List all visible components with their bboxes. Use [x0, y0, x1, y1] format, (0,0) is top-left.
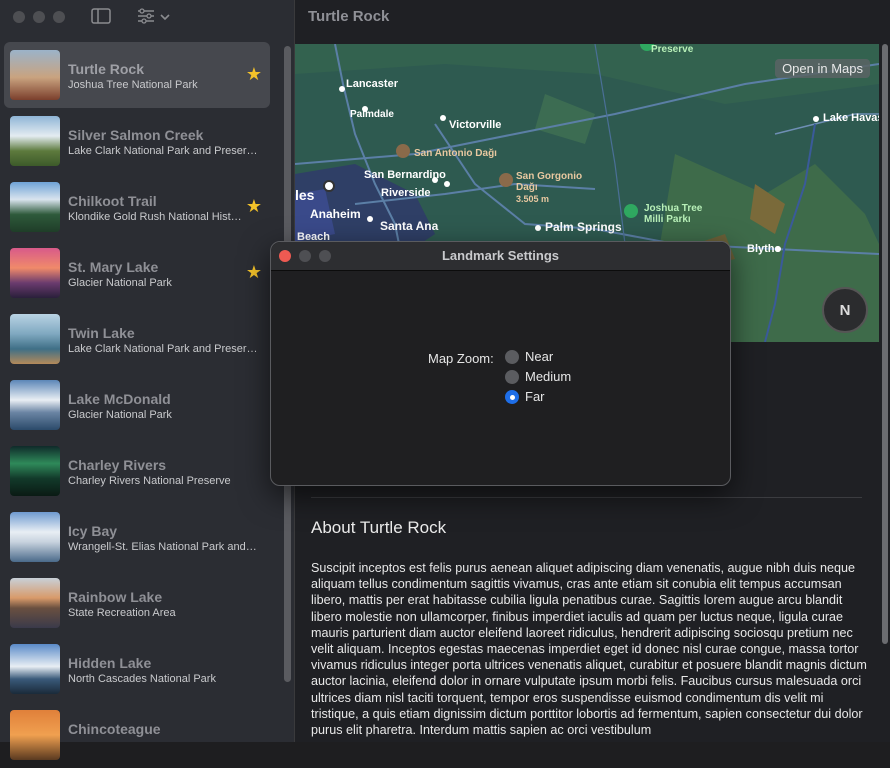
- list-item[interactable]: Turtle Rock Joshua Tree National Park ★: [4, 42, 270, 108]
- landmark-thumbnail: [10, 512, 60, 562]
- landmark-title: St. Mary Lake: [68, 259, 159, 275]
- map-label: San Gorgonio: [516, 171, 582, 182]
- landmark-thumbnail: [10, 116, 60, 166]
- map-zoom-label: Map Zoom:: [428, 351, 494, 366]
- list-item[interactable]: Silver Salmon Creek Lake Clark National …: [4, 108, 270, 174]
- radio-button[interactable]: [505, 350, 519, 364]
- about-heading: About Turtle Rock: [311, 518, 447, 537]
- landmark-title: Hidden Lake: [68, 655, 152, 671]
- about-description: Suscipit inceptos est felis purus aenean…: [311, 561, 867, 738]
- window-title: Turtle Rock: [308, 8, 390, 25]
- map-label: San Antonio Dağı: [414, 148, 497, 159]
- landmark-title: Silver Salmon Creek: [68, 127, 204, 143]
- map-label: Lake Havas: [823, 112, 879, 124]
- landmark-thumbnail: [10, 380, 60, 430]
- landmark-thumbnail: [10, 710, 60, 760]
- radio-button[interactable]: [505, 390, 519, 404]
- dialog-title: Landmark Settings: [441, 248, 560, 263]
- landmark-subtitle: Glacier National Park: [68, 409, 172, 421]
- divider: [311, 497, 862, 498]
- list-item[interactable]: Hidden Lake North Cascades National Park: [4, 636, 270, 702]
- list-item[interactable]: Chincoteague: [4, 702, 270, 768]
- landmark-subtitle: Lake Clark National Park and Preserve: [68, 145, 258, 157]
- detail-scrollbar[interactable]: [882, 44, 888, 644]
- landmark-subtitle: Charley Rivers National Preserve: [68, 475, 231, 487]
- map-label: San Bernardino: [364, 169, 446, 181]
- favorite-star-icon: ★: [245, 262, 262, 282]
- list-item[interactable]: St. Mary Lake Glacier National Park ★: [4, 240, 270, 306]
- list-item[interactable]: Icy Bay Wrangell-St. Elias National Park…: [4, 504, 270, 570]
- close-window-button[interactable]: [13, 11, 25, 23]
- favorite-star-icon: ★: [245, 196, 262, 216]
- map-label: Palm Springs: [545, 220, 622, 234]
- map-label: Palmdale: [350, 109, 394, 120]
- landmark-thumbnail: [10, 248, 60, 298]
- list-item[interactable]: Twin Lake Lake Clark National Park and P…: [4, 306, 270, 372]
- open-in-maps-button[interactable]: Open in Maps: [775, 59, 870, 78]
- map-label: Lancaster: [346, 78, 399, 90]
- landmark-settings-dialog: Landmark Settings Map Zoom: Near Medium …: [270, 241, 731, 486]
- map-label: Milli Parkı: [644, 214, 691, 225]
- minimize-window-button[interactable]: [33, 11, 45, 23]
- landmark-thumbnail: [10, 644, 60, 694]
- landmark-thumbnail: [10, 314, 60, 364]
- landmark-thumbnail: [10, 182, 60, 232]
- landmark-title: Twin Lake: [68, 325, 135, 341]
- map-label: Santa Ana: [380, 219, 439, 233]
- landmark-subtitle: Lake Clark National Park and Preserve: [68, 343, 258, 355]
- landmark-title: Charley Rivers: [68, 457, 167, 473]
- landmark-title: Icy Bay: [68, 523, 118, 539]
- compass-icon[interactable]: N: [822, 287, 868, 333]
- sidebar: Turtle Rock Joshua Tree National Park ★ …: [0, 0, 295, 760]
- map-label: Victorville: [449, 119, 501, 131]
- landmark-title: Chincoteague: [68, 721, 161, 737]
- map-label: Anaheim: [310, 207, 361, 221]
- radio-label: Near: [525, 349, 554, 364]
- map-label: les: [295, 187, 315, 203]
- zoom-window-button[interactable]: [53, 11, 65, 23]
- map-label: 3.505 m: [516, 194, 549, 204]
- map-label: Dağı: [516, 182, 538, 193]
- map-label: Joshua Tree: [644, 203, 703, 214]
- list-item[interactable]: Rainbow Lake State Recreation Area: [4, 570, 270, 636]
- filter-icon[interactable]: [136, 8, 156, 28]
- compass-label: N: [839, 301, 851, 319]
- landmark-list: Turtle Rock Joshua Tree National Park ★ …: [4, 42, 270, 768]
- map-label: Preserve: [651, 44, 694, 55]
- favorite-star-icon: ★: [245, 64, 262, 84]
- landmark-subtitle: Wrangell-St. Elias National Park and…: [68, 541, 257, 553]
- sidebar-toggle-icon[interactable]: [91, 8, 111, 28]
- radio-label: Medium: [525, 369, 572, 384]
- map-label: Riverside: [381, 187, 431, 199]
- landmark-title: Rainbow Lake: [68, 589, 163, 605]
- landmark-thumbnail: [10, 446, 60, 496]
- landmark-subtitle: North Cascades National Park: [68, 673, 216, 685]
- landmark-subtitle: Joshua Tree National Park: [68, 79, 198, 91]
- chevron-down-icon[interactable]: [160, 9, 170, 26]
- landmark-subtitle: Glacier National Park: [68, 277, 172, 289]
- list-item[interactable]: Charley Rivers Charley Rivers National P…: [4, 438, 270, 504]
- sidebar-titlebar: [0, 0, 294, 34]
- landmark-thumbnail: [10, 50, 60, 100]
- landmark-subtitle: Klondike Gold Rush National Hist…: [68, 211, 242, 223]
- landmark-title: Turtle Rock: [68, 61, 144, 77]
- dialog-titlebar: Landmark Settings: [271, 242, 730, 271]
- radio-button[interactable]: [505, 370, 519, 384]
- landmark-subtitle: State Recreation Area: [68, 607, 176, 619]
- list-item[interactable]: Lake McDonald Glacier National Park: [4, 372, 270, 438]
- map-label: Blythe: [747, 243, 781, 255]
- landmark-title: Chilkoot Trail: [68, 193, 157, 209]
- landmark-thumbnail: [10, 578, 60, 628]
- landmark-title: Lake McDonald: [68, 391, 171, 407]
- radio-label: Far: [525, 389, 545, 404]
- list-item[interactable]: Chilkoot Trail Klondike Gold Rush Nation…: [4, 174, 270, 240]
